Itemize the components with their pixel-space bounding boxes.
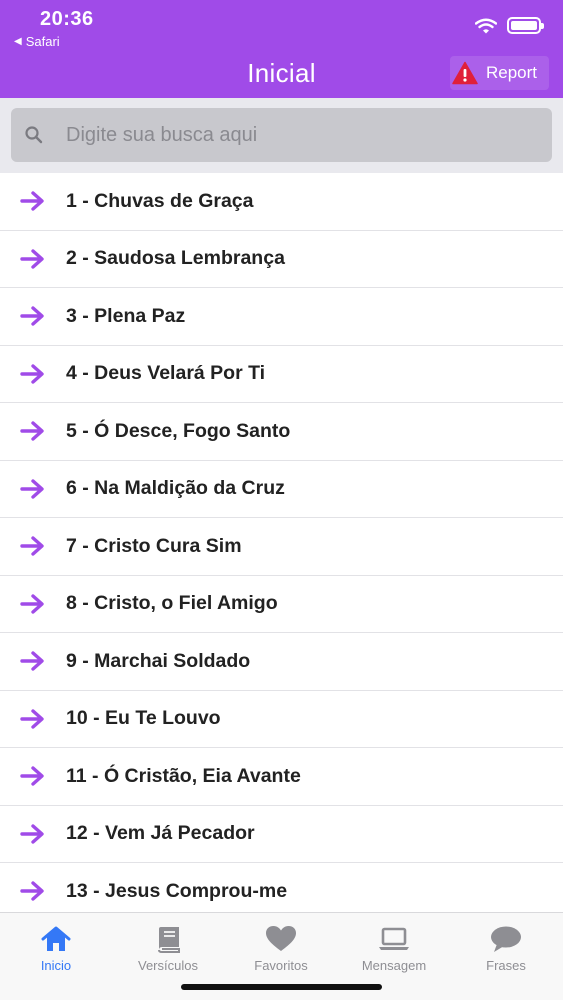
arrow-right-icon <box>20 594 44 614</box>
tab-label: Frases <box>486 958 526 973</box>
arrow-right-icon <box>20 536 44 556</box>
tab-label: Versículos <box>138 958 198 973</box>
tab-frases[interactable]: Frases <box>450 913 562 973</box>
back-to-app-link[interactable]: ◀ Safari <box>14 34 60 49</box>
hymn-title: 12 - Vem Já Pecador <box>66 822 255 845</box>
back-arrow-icon: ◀ <box>14 36 22 47</box>
home-icon <box>40 925 72 953</box>
tab-mensagem[interactable]: Mensagem <box>338 913 450 973</box>
home-indicator <box>181 984 382 990</box>
hymn-title: 8 - Cristo, o Fiel Amigo <box>66 592 278 615</box>
book-icon <box>152 925 184 953</box>
arrow-right-icon <box>20 651 44 671</box>
hymn-title: 10 - Eu Te Louvo <box>66 707 221 730</box>
hymn-list[interactable]: 1 - Chuvas de Graça 2 - Saudosa Lembrança… <box>0 173 563 912</box>
status-icons <box>475 17 544 34</box>
arrow-right-icon <box>20 766 44 786</box>
hymn-title: 2 - Saudosa Lembrança <box>66 247 285 270</box>
arrow-right-icon <box>20 709 44 729</box>
arrow-right-icon <box>20 191 44 211</box>
hymn-title: 6 - Na Maldição da Cruz <box>66 477 285 500</box>
arrow-right-icon <box>20 824 44 844</box>
tab-label: Favoritos <box>254 958 308 973</box>
search-box[interactable] <box>11 108 552 162</box>
search-icon <box>25 126 43 144</box>
hymn-list-item[interactable]: 10 - Eu Te Louvo <box>0 690 563 748</box>
hymn-list-item[interactable]: 4 - Deus Velará Por Ti <box>0 345 563 403</box>
arrow-right-icon <box>20 364 44 384</box>
tab-label: Inicio <box>40 958 72 973</box>
tab-inicio[interactable]: Inicio <box>0 913 112 973</box>
back-app-label: Safari <box>25 34 60 49</box>
search-input[interactable] <box>66 123 526 147</box>
hymn-list-item[interactable]: 11 - Ó Cristão, Eia Avante <box>0 748 563 806</box>
hymn-list-item[interactable]: 2 - Saudosa Lembrança <box>0 230 563 288</box>
app-screen: 20:36 ◀ Safari Inicial Report Digite sua… <box>0 0 563 1000</box>
hymn-title: 7 - Cristo Cura Sim <box>66 534 242 557</box>
hymn-list-item[interactable]: 5 - Ó Desce, Fogo Santo <box>0 403 563 461</box>
hymn-title: 3 - Plena Paz <box>66 304 186 327</box>
arrow-right-icon <box>20 249 44 269</box>
status-time: 20:36 <box>40 8 94 30</box>
hymn-title: 11 - Ó Cristão, Eia Avante <box>66 764 301 787</box>
hymn-title: 5 - Ó Desce, Fogo Santo <box>66 419 291 442</box>
tab-favoritos[interactable]: Favoritos <box>225 913 337 973</box>
report-label: Report <box>486 63 538 82</box>
heart-icon <box>265 925 297 953</box>
arrow-right-icon <box>20 421 44 441</box>
hymn-title: 4 - Deus Velará Por Ti <box>66 362 266 385</box>
hymn-list-item[interactable]: 6 - Na Maldição da Cruz <box>0 460 563 518</box>
hymn-list-item[interactable]: 12 - Vem Já Pecador <box>0 805 563 863</box>
hymn-list-item[interactable]: 7 - Cristo Cura Sim <box>0 518 563 576</box>
hymn-title: 9 - Marchai Soldado <box>66 649 251 672</box>
hymn-list-item[interactable]: 9 - Marchai Soldado <box>0 633 563 691</box>
chat-bubble-icon <box>490 925 522 953</box>
arrow-right-icon <box>20 306 44 326</box>
battery-icon <box>507 17 544 34</box>
search-bar <box>0 98 563 173</box>
report-button[interactable]: Report <box>450 56 549 90</box>
wifi-icon <box>475 18 497 33</box>
arrow-right-icon <box>20 479 44 499</box>
hymn-title: 1 - Chuvas de Graça <box>66 189 254 212</box>
hymn-list-item[interactable]: 13 - Jesus Comprou-me <box>0 863 563 912</box>
nav-header: 20:36 ◀ Safari Inicial Report <box>0 0 563 98</box>
hymn-title: 13 - Jesus Comprou-me <box>66 879 288 902</box>
hymn-list-item[interactable]: 1 - Chuvas de Graça <box>0 173 563 231</box>
tab-label: Mensagem <box>361 958 427 973</box>
tab-versiculos[interactable]: Versículos <box>112 913 224 973</box>
hymn-list-item[interactable]: 3 - Plena Paz <box>0 288 563 346</box>
arrow-right-icon <box>20 881 44 901</box>
warning-icon <box>452 61 478 85</box>
laptop-icon <box>378 925 410 953</box>
hymn-list-item[interactable]: 8 - Cristo, o Fiel Amigo <box>0 575 563 633</box>
